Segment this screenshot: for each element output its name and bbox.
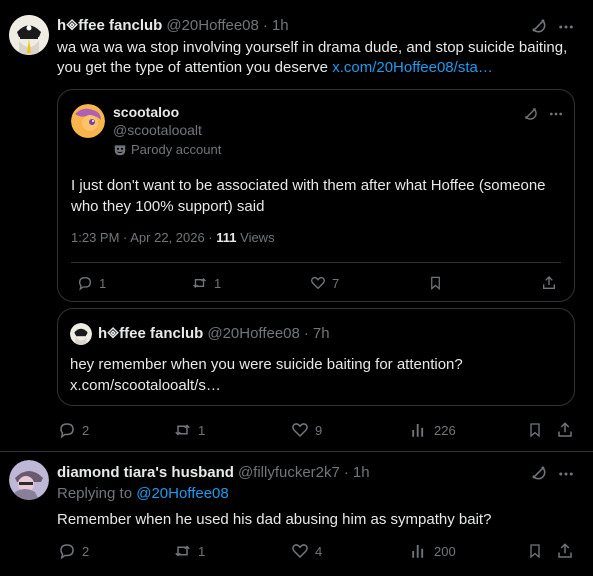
reply-icon (77, 275, 93, 291)
post-time[interactable]: 1h (353, 464, 370, 481)
quoted-avatar[interactable] (71, 104, 105, 138)
replying-to-label: Replying to (57, 485, 137, 502)
avatar[interactable] (9, 15, 49, 55)
view-count: 226 (434, 422, 456, 438)
nested-post-text: hey remember when you were suicide baiti… (70, 356, 463, 394)
nested-author-name[interactable]: h🞜ffee fanclub (98, 325, 203, 342)
views-button[interactable]: 200 (410, 542, 456, 560)
separator: · (262, 16, 268, 34)
views-button[interactable]: 226 (410, 421, 456, 439)
author-handle[interactable]: @20Hoffee08 (166, 17, 259, 34)
more-icon[interactable] (557, 465, 575, 483)
reply-count: 1 (99, 275, 107, 291)
quoted-timestamp[interactable]: 1:23 PM · Apr 22, 2026 · (71, 230, 216, 245)
repost-count: 1 (198, 543, 206, 559)
mask-icon (113, 143, 127, 157)
author-handle[interactable]: @fillyfucker2k7 (238, 464, 340, 481)
like-count: 4 (315, 543, 323, 559)
parody-label: Parody account (131, 142, 222, 157)
quoted-reply-button[interactable]: 1 (77, 275, 106, 291)
avatar[interactable] (9, 460, 49, 500)
quoted-view-label: Views (236, 230, 275, 245)
views-icon (410, 542, 428, 560)
views-icon (410, 421, 428, 439)
bookmark-icon[interactable] (527, 542, 543, 560)
like-button[interactable]: 4 (291, 542, 322, 560)
post-text: wa wa wa wa stop involving yourself in d… (57, 39, 568, 76)
reply-count: 2 (82, 543, 90, 559)
repost-icon (173, 542, 192, 560)
separator: · (303, 325, 309, 342)
bookmark-icon[interactable] (527, 421, 543, 439)
replying-to-handle[interactable]: @20Hoffee08 (136, 485, 229, 502)
heart-icon (291, 421, 309, 439)
author-name[interactable]: diamond tiara's husband (57, 464, 234, 481)
author-name[interactable]: h🞜ffee fanclub (57, 17, 162, 34)
post-divider (0, 451, 593, 452)
reply-count: 2 (82, 422, 90, 438)
like-count: 9 (315, 422, 323, 438)
like-count: 7 (332, 275, 340, 291)
more-icon[interactable] (557, 18, 575, 36)
nested-author-handle[interactable]: @20Hoffee08 (207, 325, 300, 342)
post-time[interactable]: 1h (272, 17, 289, 34)
reply-button[interactable]: 2 (58, 421, 89, 439)
reply-icon (58, 542, 76, 560)
nested-avatar[interactable] (70, 323, 92, 345)
repost-count: 1 (214, 275, 222, 291)
share-icon[interactable] (541, 275, 557, 291)
divider (71, 262, 561, 263)
repost-button[interactable]: 1 (173, 421, 205, 439)
heart-icon (310, 275, 326, 291)
quoted-like-button[interactable]: 7 (310, 275, 339, 291)
grok-icon[interactable] (529, 16, 548, 35)
quoted-author-handle[interactable]: @scootalooalt (113, 122, 202, 138)
repost-button[interactable]: 1 (173, 542, 205, 560)
share-icon[interactable] (556, 542, 574, 560)
view-count: 200 (434, 543, 456, 559)
post-text: Remember when he used his dad abusing hi… (57, 511, 492, 528)
bookmark-icon[interactable] (428, 275, 443, 291)
repost-icon (191, 275, 208, 291)
heart-icon (291, 542, 309, 560)
quoted-repost-button[interactable]: 1 (191, 275, 221, 291)
reply-icon (58, 421, 76, 439)
share-icon[interactable] (556, 421, 574, 439)
repost-icon (173, 421, 192, 439)
nested-post-time[interactable]: 7h (313, 325, 330, 342)
replying-to: Replying to @20Hoffee08 (57, 485, 229, 502)
quoted-view-count: 111 (216, 230, 237, 245)
like-button[interactable]: 9 (291, 421, 322, 439)
post-link[interactable]: x.com/20Hoffee08/sta… (332, 59, 493, 76)
quoted-post-text: I just don't want to be associated with … (71, 177, 546, 215)
grok-icon[interactable] (522, 105, 539, 122)
separator: · (343, 463, 349, 481)
quoted-post-meta: 1:23 PM · Apr 22, 2026 · 111 Views (71, 230, 275, 245)
nested-quote-card[interactable]: h🞜ffee fanclub @20Hoffee08 · 7h hey reme… (57, 308, 575, 406)
more-icon[interactable] (548, 106, 564, 122)
quoted-author-name[interactable]: scootaloo (113, 104, 179, 120)
quoted-post-card[interactable]: scootaloo @scootalooalt Parody account I… (57, 89, 575, 302)
repost-count: 1 (198, 422, 206, 438)
grok-icon[interactable] (529, 463, 548, 482)
reply-button[interactable]: 2 (58, 542, 89, 560)
